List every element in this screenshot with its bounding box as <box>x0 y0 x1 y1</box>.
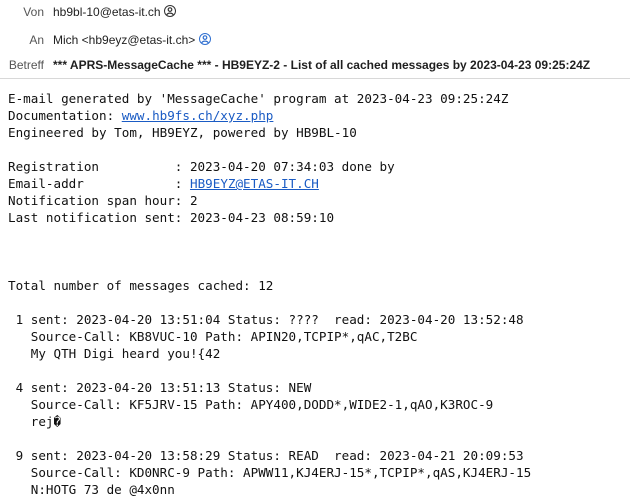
message-2-text: rej� <box>8 414 62 429</box>
contact-card-icon[interactable] <box>199 33 211 45</box>
from-address[interactable]: hb9bl-10@etas-it.ch <box>53 3 161 21</box>
header-divider <box>0 78 630 79</box>
message-3-header: 9 sent: 2023-04-20 13:58:29 Status: READ… <box>8 448 524 463</box>
message-1-source: Source-Call: KB8VUC-10 Path: APIN20,TCPI… <box>8 329 418 344</box>
documentation-label: Documentation: <box>8 108 122 123</box>
email-label: Email-addr : <box>8 176 190 191</box>
message-1-text: My QTH Digi heard you!{42 <box>8 346 221 361</box>
email-line: Email-addr : HB9EYZ@ETAS-IT.CH <box>8 175 623 192</box>
from-label: Von <box>23 5 44 19</box>
message-2-header: 4 sent: 2023-04-20 13:51:13 Status: NEW <box>8 380 312 395</box>
message-1-header: 1 sent: 2023-04-20 13:51:04 Status: ????… <box>8 312 524 327</box>
subject-label: Betreff <box>8 58 44 72</box>
subject-text: *** APRS-MessageCache *** - HB9EYZ-2 - L… <box>53 58 591 72</box>
span-hour-line: Notification span hour: 2 <box>8 193 198 208</box>
engineered-line: Engineered by Tom, HB9EYZ, powered by HB… <box>8 125 357 140</box>
to-label: An <box>29 33 44 47</box>
to-address[interactable]: Mich <hb9eyz@etas-it.ch> <box>53 31 195 49</box>
last-notification-line: Last notification sent: 2023-04-23 08:59… <box>8 210 335 225</box>
message-3-text: N:HOTG 73 de @4x0nn <box>8 482 175 497</box>
intro-line: E-mail generated by 'MessageCache' progr… <box>8 91 509 106</box>
message-body: E-mail generated by 'MessageCache' progr… <box>8 90 623 498</box>
message-3-source: Source-Call: KD0NRC-9 Path: APWW11,KJ4ER… <box>8 465 532 480</box>
message-header: Von hb9bl-10@etas-it.ch An Mich <hb9eyz@… <box>0 0 630 77</box>
contact-card-icon[interactable] <box>164 5 176 17</box>
message-2-source: Source-Call: KF5JRV-15 Path: APY400,DODD… <box>8 397 494 412</box>
email-link[interactable]: HB9EYZ@ETAS-IT.CH <box>190 176 319 191</box>
documentation-link[interactable]: www.hb9fs.ch/xyz.php <box>122 108 274 123</box>
total-messages-line: Total number of messages cached: 12 <box>8 278 274 293</box>
registration-line: Registration : 2023-04-20 07:34:03 done … <box>8 159 395 174</box>
documentation-line: Documentation: www.hb9fs.ch/xyz.php <box>8 107 623 124</box>
